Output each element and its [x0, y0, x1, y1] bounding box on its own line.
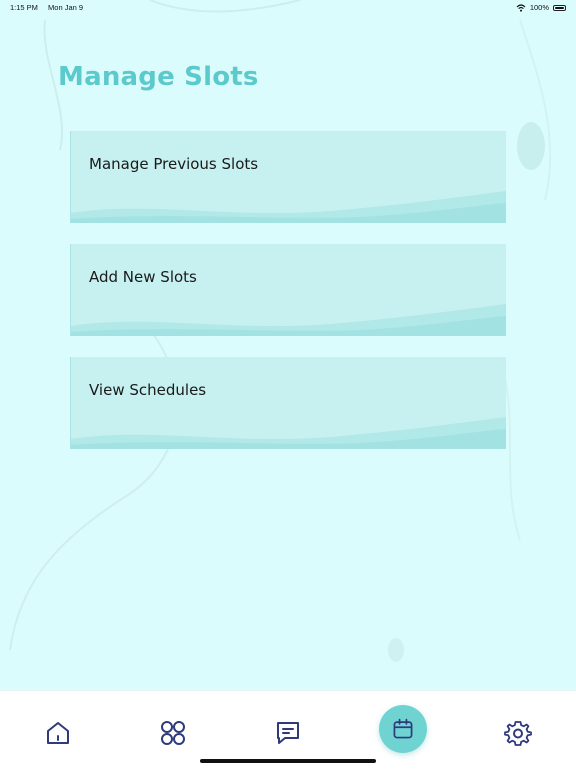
calendar-icon	[393, 718, 413, 739]
page-title: Manage Slots	[58, 62, 259, 92]
battery-icon	[553, 4, 566, 11]
view-schedules-card[interactable]: View Schedules	[70, 357, 506, 449]
tab-dashboard[interactable]	[145, 705, 201, 761]
grid-icon	[161, 721, 185, 745]
card-wave	[71, 304, 506, 336]
slot-label: Manage Previous Slots	[89, 155, 259, 173]
tab-calendar[interactable]	[379, 705, 427, 753]
manage-previous-slots-card[interactable]: Manage Previous Slots	[70, 131, 506, 223]
status-bar: 1:15 PM Mon Jan 9 100%	[0, 0, 576, 14]
home-indicator[interactable]	[200, 759, 376, 763]
chat-icon	[277, 722, 299, 744]
tab-home[interactable]	[30, 705, 86, 761]
slot-label: Add New Slots	[89, 268, 197, 286]
card-wave	[71, 417, 506, 449]
status-time: 1:15 PM	[10, 3, 38, 12]
battery-percent: 100%	[529, 3, 549, 12]
card-wave	[71, 191, 506, 223]
slot-label: View Schedules	[89, 381, 207, 399]
status-date: Mon Jan 9	[48, 3, 84, 12]
add-new-slots-card[interactable]: Add New Slots	[70, 244, 506, 336]
home-icon	[47, 722, 69, 744]
tab-settings[interactable]	[490, 705, 546, 761]
bottom-tab-bar	[0, 690, 576, 769]
gear-icon	[504, 721, 532, 746]
wifi-icon	[516, 3, 526, 12]
tab-messages[interactable]	[260, 705, 316, 761]
